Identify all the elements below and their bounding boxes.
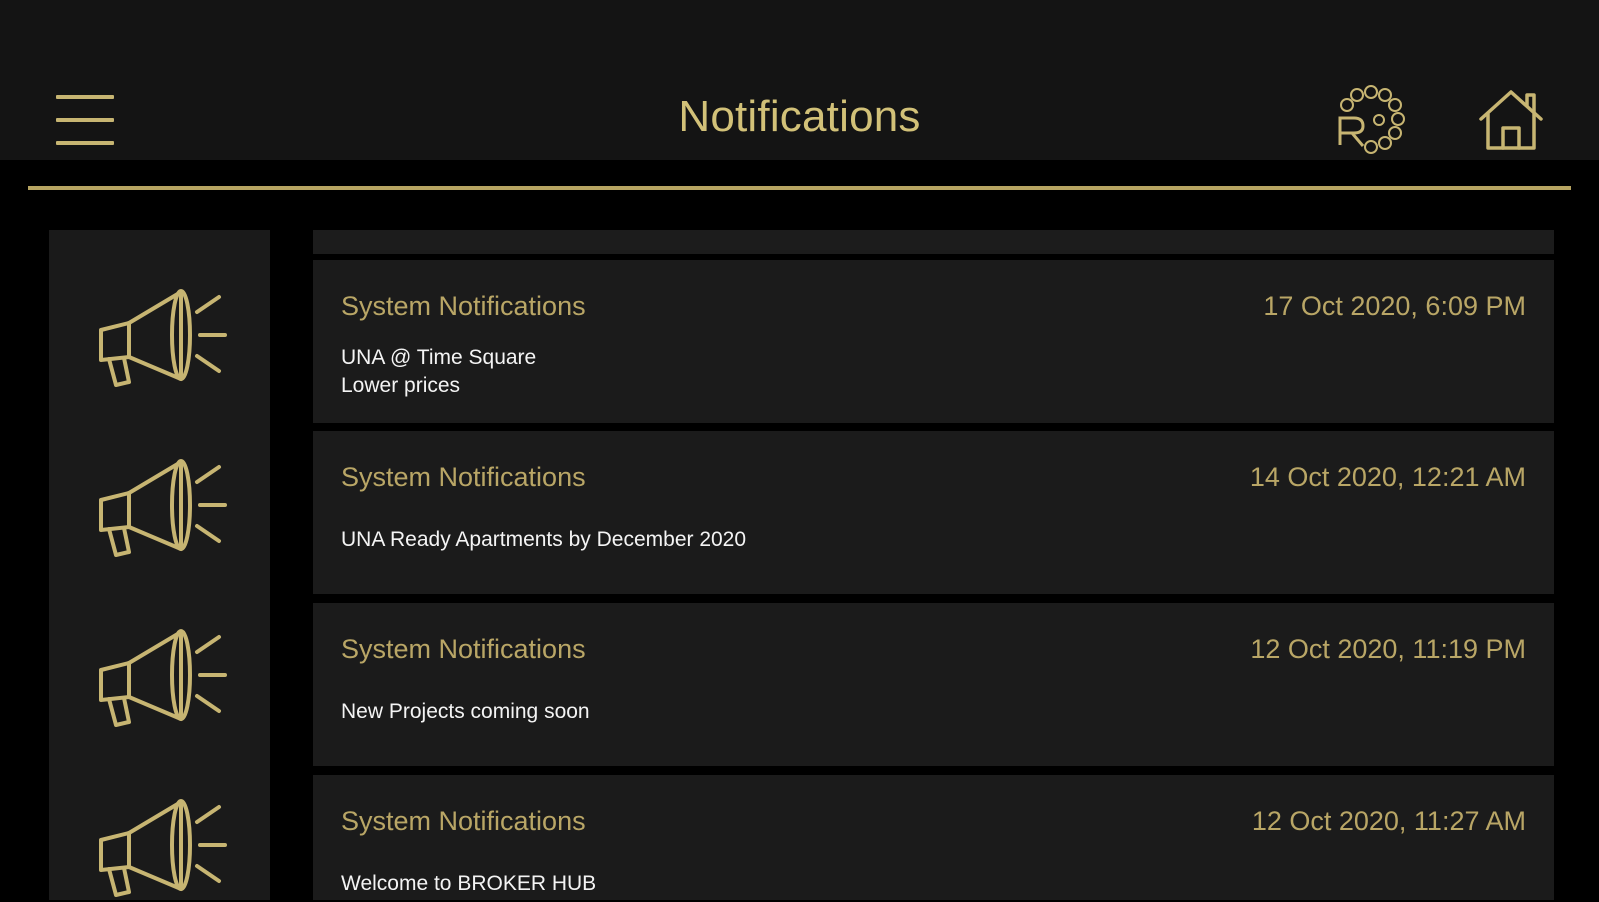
- home-icon[interactable]: [1476, 86, 1546, 156]
- notification-title: System Notifications: [341, 291, 586, 321]
- header-divider: [28, 186, 1571, 190]
- megaphone-icon: [99, 799, 227, 897]
- notification-card[interactable]: System Notifications 14 Oct 2020, 12:21 …: [313, 431, 1554, 594]
- notification-message: Lower prices: [341, 374, 461, 397]
- notification-date: 17 Oct 2020, 6:09 PM: [1263, 291, 1526, 321]
- notification-card[interactable]: System Notifications 12 Oct 2020, 11:27 …: [313, 775, 1554, 900]
- notification-date: 12 Oct 2020, 11:27 AM: [1251, 806, 1526, 836]
- megaphone-icon: [99, 629, 227, 727]
- brand-logo-icon[interactable]: [1330, 80, 1412, 160]
- megaphone-icon: [99, 459, 227, 557]
- notification-title: System Notifications: [341, 462, 586, 492]
- notification-card[interactable]: System Notifications 12 Oct 2020, 11:19 …: [313, 603, 1554, 766]
- notification-icon-column: [49, 230, 270, 900]
- notification-message: New Projects coming soon: [341, 700, 590, 723]
- notification-date: 14 Oct 2020, 12:21 AM: [1249, 462, 1526, 492]
- list-top-edge: [313, 230, 1554, 254]
- megaphone-icon: [99, 289, 227, 387]
- notification-message: Welcome to BROKER HUB: [341, 872, 597, 895]
- notification-card[interactable]: System Notifications 17 Oct 2020, 6:09 P…: [313, 260, 1554, 423]
- notification-date: 12 Oct 2020, 11:19 PM: [1250, 634, 1526, 664]
- notification-title: System Notifications: [341, 634, 586, 664]
- notification-title: System Notifications: [341, 806, 586, 836]
- top-bar: Notifications: [0, 0, 1599, 160]
- notification-message: UNA @ Time Square: [341, 346, 537, 369]
- notification-list[interactable]: System Notifications 17 Oct 2020, 6:09 P…: [313, 230, 1554, 900]
- notification-message: UNA Ready Apartments by December 2020: [341, 528, 747, 551]
